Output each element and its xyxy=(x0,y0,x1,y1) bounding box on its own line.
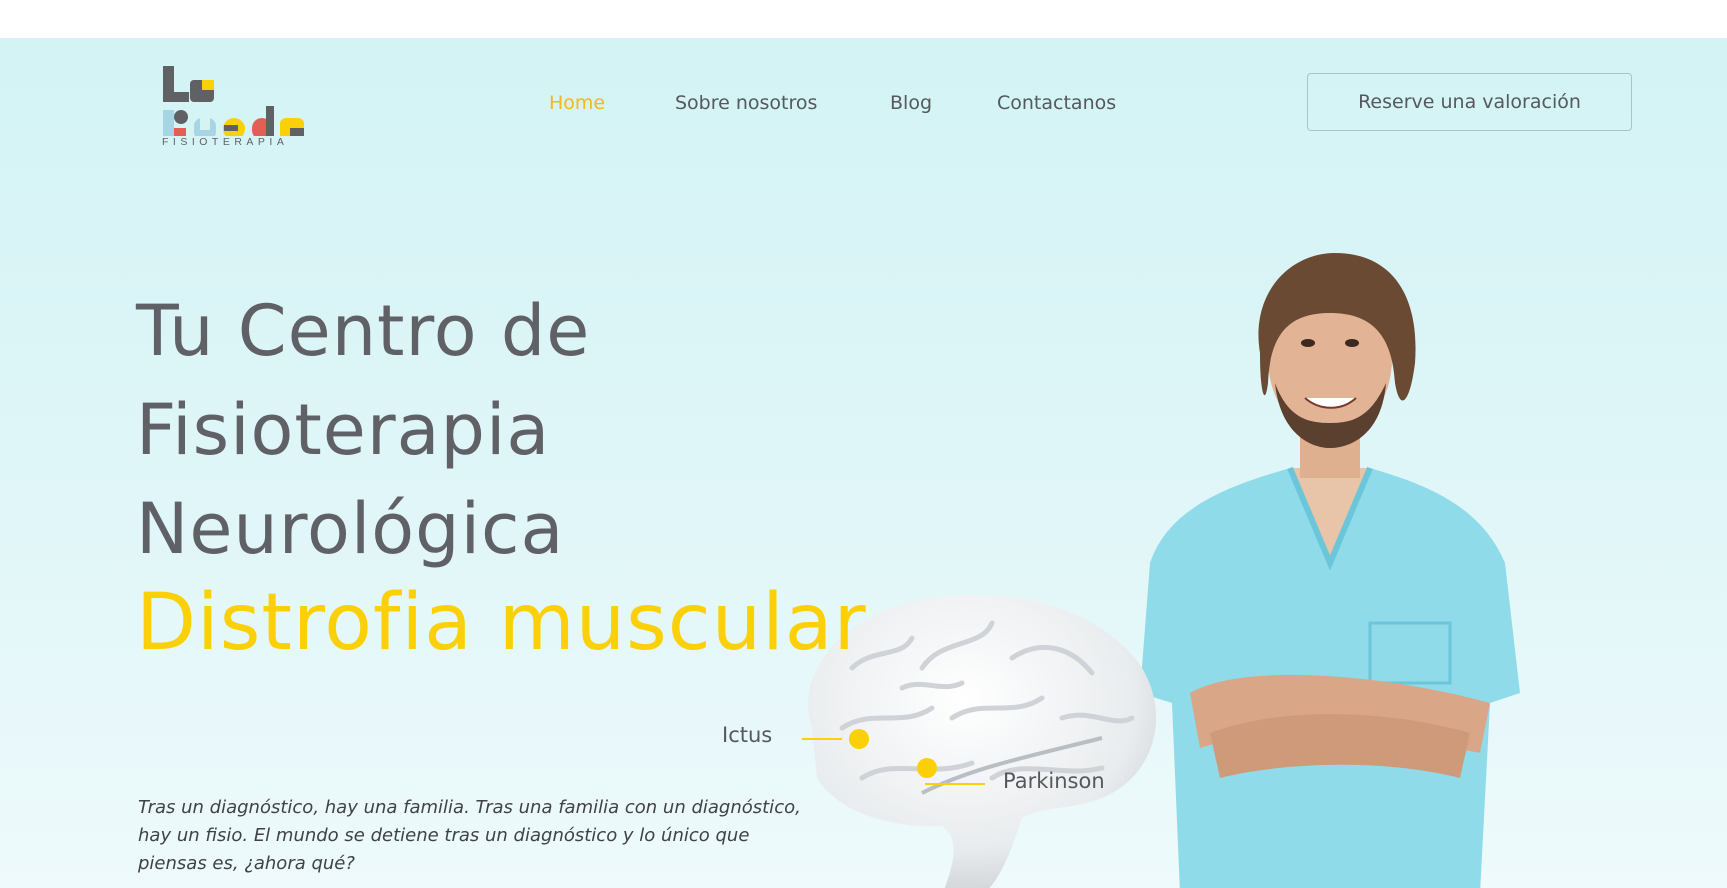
hero-tagline: Tras un diagnóstico, hay una familia. Tr… xyxy=(138,797,801,874)
nav-item-home[interactable]: Home xyxy=(549,92,605,114)
label-parkinson: Parkinson xyxy=(1003,769,1105,793)
ictus-marker-dot[interactable] xyxy=(849,729,869,749)
nav-item-blog[interactable]: Blog xyxy=(890,92,932,114)
top-strip xyxy=(0,0,1727,38)
nav-item-sobre-nosotros[interactable]: Sobre nosotros xyxy=(675,92,817,114)
nav-item-contactanos[interactable]: Contactanos xyxy=(997,92,1116,114)
parkinson-marker-dot[interactable] xyxy=(917,758,937,778)
physiotherapist-photo xyxy=(1140,253,1520,888)
hero-rotating-word: Distrofia muscular xyxy=(136,578,867,668)
reserve-valoracion-button[interactable]: Reserve una valoración xyxy=(1307,73,1632,131)
parkinson-marker-line xyxy=(925,783,985,785)
hero-section: FISIOTERAPIA Home Sobre nosotros Blog Co… xyxy=(0,38,1727,888)
logo-wordmark: FISIOTERAPIA xyxy=(162,136,289,148)
hero-heading-line-3: Neurológica xyxy=(136,488,565,570)
logo[interactable]: FISIOTERAPIA xyxy=(160,66,330,166)
label-ictus: Ictus xyxy=(722,723,773,747)
hero-heading-line-1: Tu Centro de xyxy=(136,290,591,372)
ictus-marker-line xyxy=(802,738,842,740)
hero-heading-line-2: Fisioterapia xyxy=(136,389,551,471)
logo-icon xyxy=(163,66,304,140)
